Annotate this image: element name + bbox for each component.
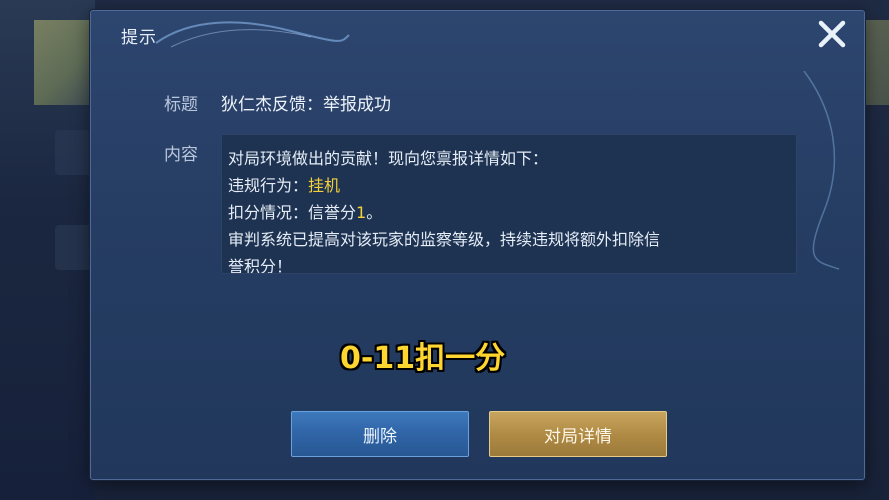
background-mail-icon [55, 225, 95, 270]
decorative-swirl [155, 21, 350, 48]
deduction-prefix: 扣分情况：信誉分 [228, 203, 357, 222]
content-textbox[interactable]: 对局环境做出的贡献！现向您禀报详情如下： 违规行为：挂机 扣分情况：信誉分1。 … [221, 134, 797, 274]
delete-button[interactable]: 删除 [291, 411, 469, 457]
deduction-suffix: 。 [366, 203, 383, 222]
content-line: 对局环境做出的贡献！现向您禀报详情如下： [228, 149, 549, 168]
content-line: 审判系统已提高对该玩家的监察等级，持续违规将额外扣除信 [228, 230, 661, 249]
content-label: 内容 [164, 145, 198, 165]
background-thumbnail [34, 20, 94, 105]
violation-value: 挂机 [308, 176, 341, 195]
subject-label: 标题 [164, 95, 198, 115]
violation-prefix: 违规行为： [228, 176, 309, 195]
video-caption-overlay: 0-11扣一分 [340, 341, 506, 376]
subject-value: 狄仁杰反馈：举报成功 [221, 95, 391, 115]
close-icon [818, 20, 846, 48]
background-mail-icon [55, 130, 95, 175]
decorative-swirl [803, 71, 840, 270]
dialog-title: 提示 [121, 28, 157, 48]
deduction-value: 1 [356, 203, 367, 222]
match-details-button[interactable]: 对局详情 [489, 411, 667, 457]
report-result-dialog: 提示 标题 狄仁杰反馈：举报成功 内容 对局环境做出的贡献！现向您禀报详情如下：… [90, 10, 865, 480]
violation-line: 违规行为：挂机 [228, 172, 340, 196]
content-line: 誉积分！ [228, 257, 293, 274]
deduction-line: 扣分情况：信誉分1。 [228, 199, 382, 223]
close-button[interactable] [813, 15, 851, 53]
